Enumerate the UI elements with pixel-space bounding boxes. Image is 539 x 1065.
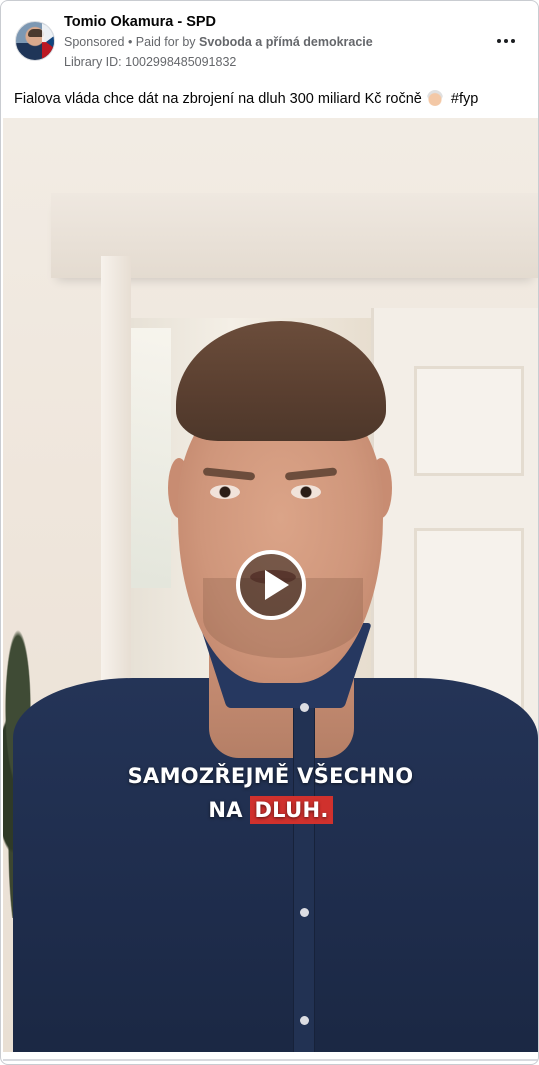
video-subtitle-line1: SAMOZŘEJMĚ VŠECHNO: [127, 764, 414, 788]
more-options-icon[interactable]: [494, 31, 518, 51]
sponsored-line: Sponsored • Paid for by Svoboda a přímá …: [64, 35, 373, 49]
old-man-emoji-icon: [426, 90, 443, 106]
subtitle-highlight: DLUH.: [250, 796, 333, 824]
post-caption: Fialova vláda chce dát na zbrojení na dl…: [14, 90, 478, 107]
person-eye: [210, 485, 240, 499]
play-triangle: [265, 570, 289, 600]
play-icon[interactable]: [236, 550, 306, 620]
window: [131, 328, 171, 588]
library-id: Library ID: 1002998485091832: [64, 55, 237, 69]
author-name[interactable]: Tomio Okamura - SPD: [64, 14, 216, 30]
video-player[interactable]: SAMOZŘEJMĚ VŠECHNO NA DLUH.: [3, 118, 538, 1052]
caption-text: Fialova vláda chce dát na zbrojení na dl…: [14, 91, 422, 107]
ad-card: Tomio Okamura - SPD Sponsored • Paid for…: [0, 0, 539, 1065]
shirt-button: [300, 1016, 309, 1025]
paid-for-prefix: • Paid for by: [127, 35, 196, 49]
avatar[interactable]: [15, 21, 55, 61]
shirt-button: [300, 703, 309, 712]
shirt-placket: [293, 708, 315, 1052]
post-header: Tomio Okamura - SPD Sponsored • Paid for…: [1, 1, 538, 81]
divider: [3, 1059, 538, 1061]
avatar-flag-triangle: [46, 36, 54, 48]
caption-hashtag[interactable]: #fyp: [451, 91, 478, 107]
paid-for-by: Svoboda a přímá demokracie: [199, 35, 373, 49]
subtitle-prefix: NA: [208, 798, 243, 822]
video-subtitle-line2: NA DLUH.: [3, 796, 538, 824]
person-eye: [291, 485, 321, 499]
shirt-button: [300, 908, 309, 917]
sponsored-label: Sponsored: [64, 35, 125, 49]
